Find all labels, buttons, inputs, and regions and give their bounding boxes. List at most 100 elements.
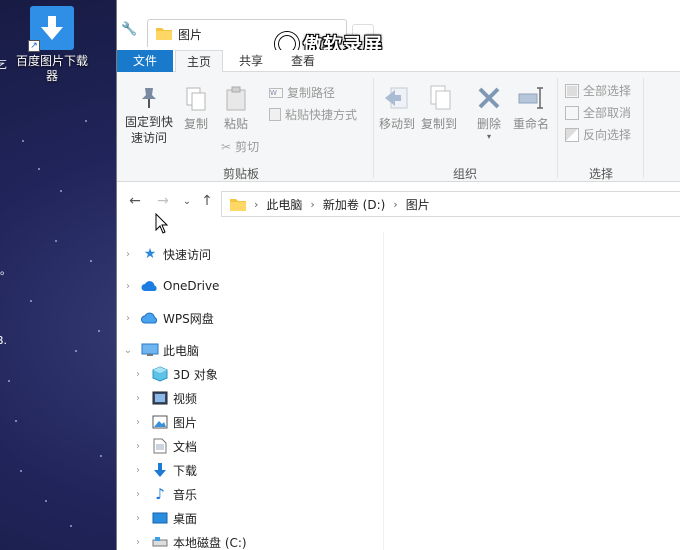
folder-icon <box>156 28 172 40</box>
select-none-icon <box>565 105 579 120</box>
delete-x-icon <box>478 87 500 109</box>
invert-selection-button[interactable]: 反向选择 <box>565 126 631 143</box>
nav-item-onedrive[interactable]: › OneDrive <box>121 274 219 298</box>
tab-view[interactable]: 查看 <box>279 50 327 72</box>
organize-group-label: 组织 <box>453 167 478 181</box>
select-none-button[interactable]: 全部取消 <box>565 104 631 121</box>
nav-item-documents[interactable]: › 文档 <box>131 434 197 458</box>
desktop-icon-baidu-downloader[interactable]: ↗ 百度图片下载 器 <box>12 6 92 84</box>
breadcrumb-pictures[interactable]: 图片 <box>406 196 430 213</box>
nav-item-3d-objects[interactable]: › 3D 对象 <box>131 362 218 386</box>
picture-icon <box>151 414 169 430</box>
copy-path-icon: W <box>269 87 283 98</box>
nav-item-desktop[interactable]: › 桌面 <box>131 506 197 530</box>
video-icon <box>151 390 169 406</box>
desktop-edge-text: B. <box>0 334 8 347</box>
ribbon-tab-bar: 文件 主页 共享 查看 <box>117 50 680 73</box>
chevron-right-icon[interactable]: › <box>131 489 145 500</box>
paste-shortcut-icon <box>269 108 281 121</box>
nav-item-local-disk-c[interactable]: › 本地磁盘 (C:) <box>131 530 247 550</box>
breadcrumb-drive-d[interactable]: 新加卷 (D:) <box>323 196 385 213</box>
invert-selection-icon <box>565 127 579 142</box>
cut-button[interactable]: ✂ 剪切 <box>221 138 259 155</box>
forward-arrow-icon[interactable]: → <box>153 193 173 209</box>
chevron-right-icon[interactable]: › <box>131 465 145 476</box>
desktop-icon-label: 百度图片下载 器 <box>15 54 88 83</box>
chevron-right-icon[interactable]: › <box>131 513 145 524</box>
chevron-right-icon: › <box>310 197 315 211</box>
paste-button[interactable]: 粘贴 <box>219 86 253 132</box>
copy-button[interactable]: 复制 <box>179 86 213 132</box>
tab-share[interactable]: 共享 <box>227 50 275 72</box>
wps-cloud-icon <box>141 310 159 326</box>
nav-item-music[interactable]: › ♪ 音乐 <box>131 482 197 506</box>
copy-path-button[interactable]: W 复制路径 <box>269 84 335 101</box>
address-bar[interactable]: › 此电脑 › 新加卷 (D:) › 图片 <box>221 191 680 217</box>
clipboard-group-label: 剪贴板 <box>223 167 260 181</box>
chevron-right-icon[interactable]: › <box>131 393 145 404</box>
desktop-edge-text: 乞 <box>0 58 7 71</box>
nav-item-downloads[interactable]: › 下载 <box>131 458 197 482</box>
mouse-cursor-icon <box>155 213 169 234</box>
nav-item-this-pc[interactable]: ⌄ 此电脑 <box>121 338 199 362</box>
chevron-right-icon: › <box>393 197 398 211</box>
ribbon-separator <box>557 78 558 178</box>
tab-file[interactable]: 文件 <box>117 50 173 72</box>
delete-button[interactable]: 删除 ▾ <box>469 84 509 141</box>
star-icon: ★ <box>143 246 157 262</box>
monitor-icon <box>141 342 159 358</box>
chevron-right-icon[interactable]: › <box>131 369 145 380</box>
title-bar: 🔧 图片 傲软录屏 <box>117 0 680 56</box>
download-arrow-icon: ↗ <box>28 6 74 52</box>
nav-item-videos[interactable]: › 视频 <box>131 386 197 410</box>
window-tab-title: 图片 <box>178 28 203 42</box>
ribbon-separator <box>373 78 374 178</box>
scissors-icon: ✂ <box>221 139 232 154</box>
chevron-right-icon[interactable]: › <box>131 417 145 428</box>
chevron-down-icon[interactable]: ⌄ <box>121 345 135 356</box>
move-to-button[interactable]: 移动到 <box>377 84 417 132</box>
navigation-bar: ← → ⌄ ↑ › 此电脑 › 新加卷 (D:) › 图片 <box>117 190 680 218</box>
pane-divider[interactable] <box>383 232 384 550</box>
nav-item-quick-access[interactable]: › ★ 快速访问 <box>121 242 211 266</box>
copy-to-button[interactable]: 复制到 <box>419 84 459 132</box>
clipboard-icon <box>226 86 246 111</box>
pin-quick-access-button[interactable]: 固定到快 速访问 <box>121 86 177 146</box>
cloud-icon <box>141 278 159 294</box>
back-arrow-icon[interactable]: ← <box>125 193 145 209</box>
file-explorer-window: 🔧 图片 傲软录屏 文件 主页 共享 查看 固定到快 速访问 复制 粘贴 W 复… <box>116 0 680 550</box>
chevron-right-icon[interactable]: › <box>121 313 135 324</box>
up-arrow-icon[interactable]: ↑ <box>197 193 217 209</box>
select-all-icon <box>565 83 579 98</box>
rename-button[interactable]: 重命名 <box>511 84 551 132</box>
breadcrumb-this-pc[interactable]: 此电脑 <box>266 196 302 213</box>
music-note-icon: ♪ <box>155 485 165 503</box>
paste-shortcut-button[interactable]: 粘贴快捷方式 <box>269 106 357 123</box>
desktop-edge-text: 。 <box>0 264 11 277</box>
chevron-right-icon[interactable]: › <box>121 249 135 260</box>
wrench-icon[interactable]: 🔧 <box>121 22 137 37</box>
chevron-right-icon: › <box>254 197 259 211</box>
drive-icon <box>151 534 169 550</box>
ribbon-home: 固定到快 速访问 复制 粘贴 W 复制路径 粘贴快捷方式 ✂ 剪切 剪贴板 移动… <box>117 72 680 182</box>
recent-locations-chevron-icon[interactable]: ⌄ <box>177 196 197 207</box>
chevron-right-icon[interactable]: › <box>131 537 145 548</box>
chevron-right-icon[interactable]: › <box>131 441 145 452</box>
document-icon <box>151 438 169 454</box>
rename-icon <box>518 87 543 109</box>
select-all-button[interactable]: 全部选择 <box>565 82 631 99</box>
copy-to-icon <box>430 85 451 110</box>
cube-icon <box>151 366 169 382</box>
folder-icon <box>230 199 246 211</box>
shortcut-arrow-icon: ↗ <box>28 40 40 52</box>
move-to-icon <box>385 87 408 109</box>
nav-item-pictures[interactable]: › 图片 <box>131 410 197 434</box>
desktop-icon <box>151 510 169 526</box>
navigation-pane: › ★ 快速访问 › OneDrive › WPS网盘 ⌄ 此电脑 › 3D 对… <box>117 232 383 550</box>
pin-icon <box>142 88 156 108</box>
download-icon <box>151 462 169 478</box>
tab-home[interactable]: 主页 <box>175 50 223 73</box>
chevron-right-icon[interactable]: › <box>121 281 135 292</box>
ribbon-separator <box>643 78 644 178</box>
nav-item-wps-drive[interactable]: › WPS网盘 <box>121 306 214 330</box>
